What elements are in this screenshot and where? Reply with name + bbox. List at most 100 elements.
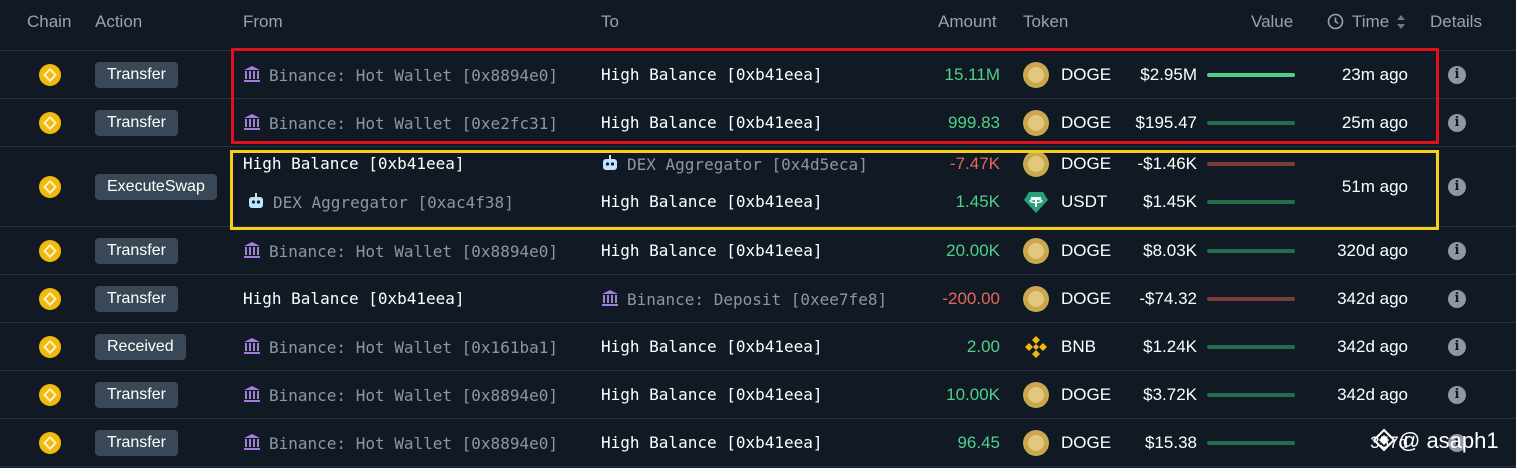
bank-icon [244, 66, 260, 82]
action-badge: Transfer [95, 430, 178, 456]
amount: 15.11M [944, 65, 1000, 84]
bank-icon [244, 242, 260, 258]
token-symbol[interactable]: USDT [1061, 192, 1107, 212]
from-address[interactable]: Binance: Hot Wallet [0x161ba1] [243, 337, 558, 358]
amount: 1.45K [955, 192, 1000, 211]
doge-token-icon [1023, 110, 1049, 136]
usd-value: $1.24K [1143, 337, 1197, 356]
usd-value: $2.95M [1140, 65, 1197, 84]
amount: 20.00K [946, 241, 1000, 260]
table-row[interactable]: Received Binance: Hot Wallet [0x161ba1] Hi… [0, 323, 1516, 371]
token-symbol[interactable]: DOGE [1061, 433, 1111, 453]
token-symbol[interactable]: DOGE [1061, 289, 1111, 309]
details-info-icon[interactable]: i [1448, 66, 1466, 84]
action-badge: Transfer [95, 238, 178, 264]
token-symbol[interactable]: DOGE [1061, 113, 1111, 133]
to-address[interactable]: DEX Aggregator [0x4d5eca] [601, 154, 868, 175]
to-address[interactable]: High Balance [0xb41eea] [601, 385, 823, 405]
to-address[interactable]: High Balance [0xb41eea] [601, 65, 823, 85]
table-header: Chain Action From To Amount Token Value … [0, 0, 1516, 51]
table-row[interactable]: Transfer Binance: Hot Wallet [0x8894e0] Hi… [0, 51, 1516, 99]
bnb-chain-icon [39, 288, 61, 310]
watermark: @ asaph1 [1372, 428, 1499, 454]
table-row[interactable]: Transfer Binance: Hot Wallet [0x8894e0] Hi… [0, 419, 1516, 467]
value-bar [1207, 393, 1295, 397]
timestamp: 342d ago [1337, 385, 1408, 404]
from-address[interactable]: Binance: Hot Wallet [0x8894e0] [243, 385, 558, 406]
timestamp: 342d ago [1337, 289, 1408, 308]
details-info-icon[interactable]: i [1448, 338, 1466, 356]
amount: 96.45 [957, 433, 1000, 452]
bnb-chain-icon [39, 240, 61, 262]
token-symbol[interactable]: BNB [1061, 337, 1096, 357]
from-address[interactable]: Binance: Hot Wallet [0x8894e0] [243, 433, 558, 454]
details-info-icon[interactable]: i [1448, 290, 1466, 308]
doge-token-icon [1023, 430, 1049, 456]
bnb-chain-icon [39, 432, 61, 454]
bnb-chain-icon [39, 176, 61, 198]
to-address[interactable]: High Balance [0xb41eea] [601, 113, 823, 133]
action-badge: Transfer [95, 286, 178, 312]
to-address[interactable]: High Balance [0xb41eea] [601, 337, 823, 357]
table-row[interactable]: Transfer Binance: Hot Wallet [0x8894e0] Hi… [0, 371, 1516, 419]
value-bar [1207, 200, 1295, 204]
value-bar [1207, 345, 1295, 349]
details-info-icon[interactable]: i [1448, 178, 1466, 196]
value-bar [1207, 121, 1295, 125]
value-bar [1207, 73, 1295, 77]
from-address[interactable]: DEX Aggregator [0xac4f38] [247, 192, 514, 213]
bnb-chain-icon [39, 64, 61, 86]
sort-icon[interactable] [1396, 14, 1406, 35]
token-symbol[interactable]: DOGE [1061, 65, 1111, 85]
from-address[interactable]: Binance: Hot Wallet [0x8894e0] [243, 241, 558, 262]
bnb-chain-icon [39, 336, 61, 358]
usd-value: $1.45K [1143, 192, 1197, 211]
timestamp: 51m ago [1341, 177, 1408, 196]
table-row[interactable]: Transfer High Balance [0xb41eea] Binance: … [0, 275, 1516, 323]
header-from: From [243, 12, 283, 31]
from-address[interactable]: High Balance [0xb41eea] [243, 289, 465, 309]
bank-icon [244, 114, 260, 130]
value-bar [1207, 441, 1295, 445]
details-info-icon[interactable]: i [1448, 386, 1466, 404]
header-details: Details [1430, 12, 1482, 31]
usd-value: -$74.32 [1139, 289, 1197, 308]
timestamp: 320d ago [1337, 241, 1408, 260]
usd-value: $195.47 [1135, 113, 1197, 132]
from-address[interactable]: High Balance [0xb41eea] [243, 154, 465, 174]
details-info-icon[interactable]: i [1448, 114, 1466, 132]
bnb-token-icon [1023, 334, 1049, 360]
from-address[interactable]: Binance: Hot Wallet [0xe2fc31] [243, 113, 558, 134]
amount: -7.47K [949, 154, 1000, 173]
doge-token-icon [1023, 62, 1049, 88]
timestamp: 342d ago [1337, 337, 1408, 356]
table-row[interactable]: ExecuteSwap High Balance [0xb41eea] DEX Ag… [0, 147, 1516, 227]
header-to: To [601, 12, 619, 31]
to-address[interactable]: High Balance [0xb41eea] [601, 433, 823, 453]
to-address[interactable]: Binance: Deposit [0xee7fe8] [601, 289, 887, 310]
token-symbol[interactable]: DOGE [1061, 154, 1111, 174]
value-bar [1207, 249, 1295, 253]
to-address[interactable]: High Balance [0xb41eea] [601, 241, 823, 261]
header-time-sort[interactable]: Time [1352, 12, 1389, 32]
timestamp: 23m ago [1341, 65, 1408, 84]
from-address[interactable]: Binance: Hot Wallet [0x8894e0] [243, 65, 558, 86]
doge-token-icon [1023, 382, 1049, 408]
brand-logo-icon [1372, 428, 1396, 452]
header-token: Token [1023, 12, 1069, 31]
header-amount: Amount [938, 12, 997, 31]
robot-icon [249, 193, 263, 208]
doge-token-icon [1023, 286, 1049, 312]
table-row[interactable]: Transfer Binance: Hot Wallet [0xe2fc31] Hi… [0, 99, 1516, 147]
to-address[interactable]: High Balance [0xb41eea] [601, 192, 823, 212]
usd-value: -$1.46K [1137, 154, 1197, 173]
action-badge: Transfer [95, 382, 178, 408]
details-info-icon[interactable]: i [1448, 242, 1466, 260]
action-badge: Transfer [95, 62, 178, 88]
table-row[interactable]: Transfer Binance: Hot Wallet [0x8894e0] Hi… [0, 227, 1516, 275]
value-bar [1207, 297, 1295, 301]
bank-icon [244, 434, 260, 450]
robot-icon [603, 155, 617, 170]
token-symbol[interactable]: DOGE [1061, 241, 1111, 261]
token-symbol[interactable]: DOGE [1061, 385, 1111, 405]
